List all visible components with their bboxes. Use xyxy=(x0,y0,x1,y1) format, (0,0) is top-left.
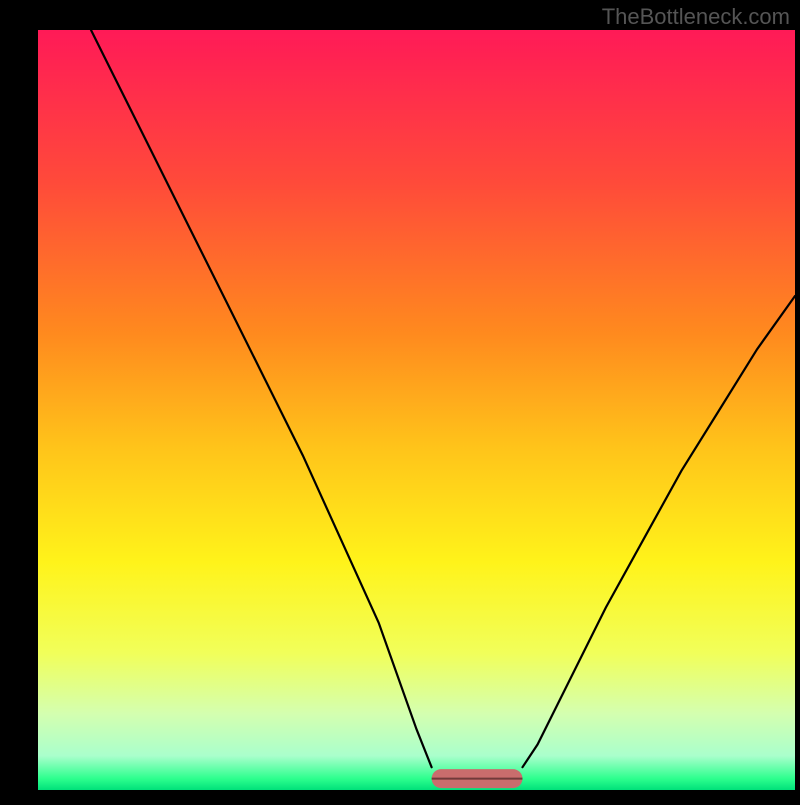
chart-svg xyxy=(0,0,800,800)
watermark-text: TheBottleneck.com xyxy=(602,4,790,30)
chart-container xyxy=(0,0,800,800)
chart-plot-area xyxy=(38,30,795,790)
